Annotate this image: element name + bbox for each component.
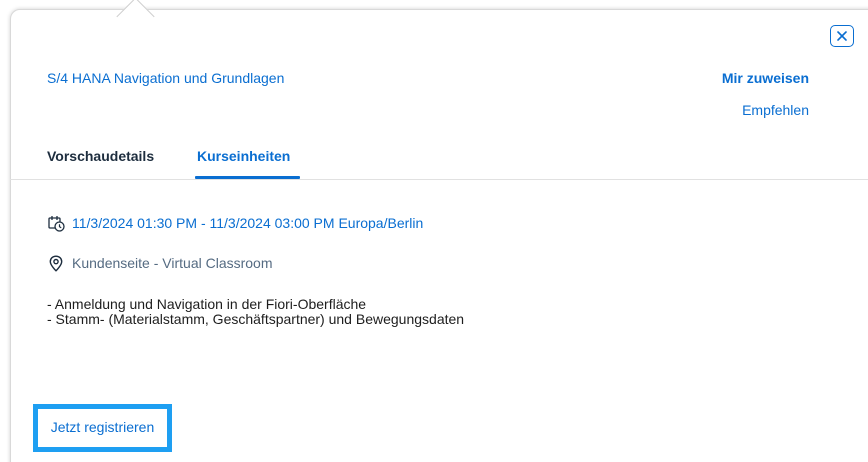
session-description: - Anmeldung und Navigation in der Fiori-… (47, 297, 464, 327)
tab-preview-details[interactable]: Vorschaudetails (47, 148, 154, 164)
calendar-clock-icon (47, 214, 65, 232)
course-title-link[interactable]: S/4 HANA Navigation und Grundlagen (47, 70, 284, 86)
session-location: Kundenseite - Virtual Classroom (72, 255, 273, 271)
register-now-label: Jetzt registrieren (50, 419, 155, 435)
register-now-button[interactable]: Jetzt registrieren (33, 404, 172, 452)
close-icon (836, 30, 848, 42)
recommend-link[interactable]: Empfehlen (742, 102, 809, 118)
tab-course-units[interactable]: Kurseinheiten (197, 148, 290, 164)
popover-arrow-cover (111, 20, 161, 34)
session-location-row: Kundenseite - Virtual Classroom (47, 254, 273, 272)
assign-to-me-link[interactable]: Mir zuweisen (722, 70, 809, 86)
description-line: - Anmeldung und Navigation in der Fiori-… (47, 296, 367, 312)
session-datetime[interactable]: 11/3/2024 01:30 PM - 11/3/2024 03:00 PM … (72, 215, 423, 231)
page-canvas: S/4 HANA Navigation und Grundlagen Mir z… (0, 0, 868, 462)
description-line: - Stamm- (Materialstamm, Geschäftspartne… (47, 311, 465, 327)
close-button[interactable] (830, 25, 854, 47)
location-pin-icon (47, 254, 65, 272)
tab-divider (10, 179, 868, 180)
session-datetime-row: 11/3/2024 01:30 PM - 11/3/2024 03:00 PM … (47, 214, 423, 232)
